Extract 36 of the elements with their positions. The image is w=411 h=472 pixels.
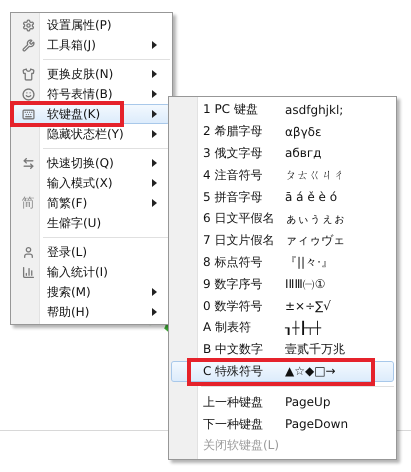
menu-item[interactable]: 上一种键盘 PageUp [171, 391, 394, 414]
menu-item[interactable]: 简 简繁(F) [13, 193, 170, 213]
swap-arrows-icon [22, 156, 34, 170]
bar-chart-icon [22, 266, 34, 278]
menu-item[interactable]: 登录(L) [13, 242, 170, 262]
menu-item[interactable]: 工具箱(J) [13, 35, 170, 55]
smiley-icon [22, 88, 34, 100]
simplified-icon: 简 [22, 194, 34, 212]
menu-item[interactable]: 设置属性(P) [13, 15, 170, 35]
shirt-icon [22, 68, 34, 80]
menu-item[interactable]: 8 标点符号 『||々·』 [171, 252, 394, 274]
menu-item[interactable]: 0 数学符号 ±×÷∑√ [171, 295, 394, 317]
menu-item[interactable]: 9 数字序号 ⅠⅡⅢ㈠① [171, 273, 394, 296]
menu-item[interactable]: 帮助(H) [13, 302, 170, 322]
menu-item[interactable]: 输入统计(I) [13, 262, 170, 282]
menu-item[interactable]: 7 日文片假名 ァィゥヴェ [171, 230, 394, 252]
menu-item[interactable]: A 制表符 ┒┼┠┬┼ [171, 316, 394, 339]
menu-item[interactable]: 5 拼音字母 ā á ě è ó [171, 186, 394, 208]
user-icon [22, 246, 34, 258]
settings-icon [22, 18, 34, 32]
menu-item[interactable]: 符号表情(B) [13, 84, 170, 104]
menu-item[interactable]: 搜索(M) [13, 282, 170, 302]
menu-item[interactable]: B 中文数字 壹贰千万兆 [171, 338, 394, 361]
wrench-icon [22, 38, 34, 52]
menu-item[interactable]: 4 注音符号 ㄆㄊㄍㄐㄔ [171, 164, 394, 186]
menu-item[interactable]: 3 俄文字母 абвгд [171, 142, 394, 164]
menu-item[interactable]: 1 PC 键盘 asdfghjkl; [171, 99, 394, 121]
menu-item[interactable]: 输入模式(X) [13, 173, 170, 193]
menu-item[interactable]: 快速切换(Q) [13, 153, 170, 173]
menu-item[interactable]: 2 希腊字母 αβγδε [171, 120, 394, 143]
menu-item[interactable]: 生僻字(U) [13, 213, 170, 233]
keyboard-icon [22, 108, 34, 120]
menu-item[interactable]: 6 日文平假名 ぁぃぅぇぉ [171, 208, 394, 230]
menu-item[interactable]: 隐藏状态栏(Y) [13, 124, 170, 144]
menu-item[interactable]: 更换皮肤(N) [13, 64, 170, 84]
menu-item[interactable]: 下一种键盘 PageDown [171, 413, 394, 435]
